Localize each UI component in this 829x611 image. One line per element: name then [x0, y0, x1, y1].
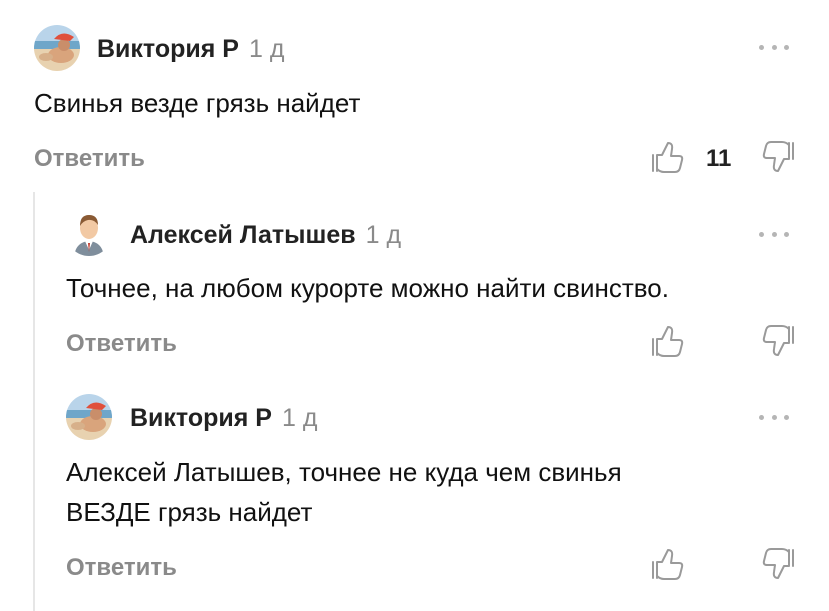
reply-button[interactable]: Ответить [66, 330, 177, 358]
comment-time: 1 д [281, 404, 318, 432]
dot [759, 414, 764, 420]
thumbs-up-icon[interactable] [650, 140, 684, 174]
dot [784, 231, 789, 237]
comment-text-line-2: ВЕЗДЕ грязь найдет [66, 497, 313, 527]
avatar-image [66, 210, 112, 256]
comment-time: 1 д [248, 35, 285, 63]
dot [784, 44, 789, 50]
dot [771, 414, 777, 420]
more-dots-icon[interactable] [759, 411, 789, 423]
thumbs-up-icon[interactable] [650, 547, 684, 581]
beach-photo-avatar[interactable] [66, 394, 112, 440]
comment-text: Точнее, на любом курорте можно найти сви… [66, 273, 669, 303]
reply-button[interactable]: Ответить [66, 554, 177, 582]
comment-author[interactable]: Виктория Р 1 д [130, 404, 317, 433]
comment-text: Свинья везде грязь найдет [34, 88, 361, 118]
dot [771, 231, 777, 237]
author-name[interactable]: Виктория Р [97, 35, 239, 63]
avatar-image [34, 25, 80, 71]
comment-author[interactable]: Алексей Латышев 1 д [130, 221, 401, 250]
dot [784, 414, 789, 420]
dot [759, 231, 764, 237]
thumbs-up-icon[interactable] [650, 324, 684, 358]
like-count: 11 [706, 145, 732, 172]
thumbs-down-icon[interactable] [762, 324, 796, 358]
thumbs-down-icon[interactable] [762, 547, 796, 581]
dot [759, 44, 764, 50]
beach-photo-avatar[interactable] [34, 25, 80, 71]
reply-button[interactable]: Ответить [34, 145, 145, 173]
more-dots-icon[interactable] [759, 228, 789, 240]
thumbs-down-icon[interactable] [762, 140, 796, 174]
more-dots-icon[interactable] [759, 41, 789, 53]
comment-text-line-1: Алексей Латышев, точнее не куда чем свин… [66, 457, 622, 487]
businessman-avatar[interactable] [66, 210, 112, 256]
author-name[interactable]: Алексей Латышев [130, 221, 356, 249]
comment-time: 1 д [365, 221, 402, 249]
thread-line [33, 192, 35, 611]
author-name[interactable]: Виктория Р [130, 404, 272, 432]
avatar-image [66, 394, 112, 440]
dot [771, 44, 777, 50]
comment-author[interactable]: Виктория Р 1 д [97, 35, 284, 64]
